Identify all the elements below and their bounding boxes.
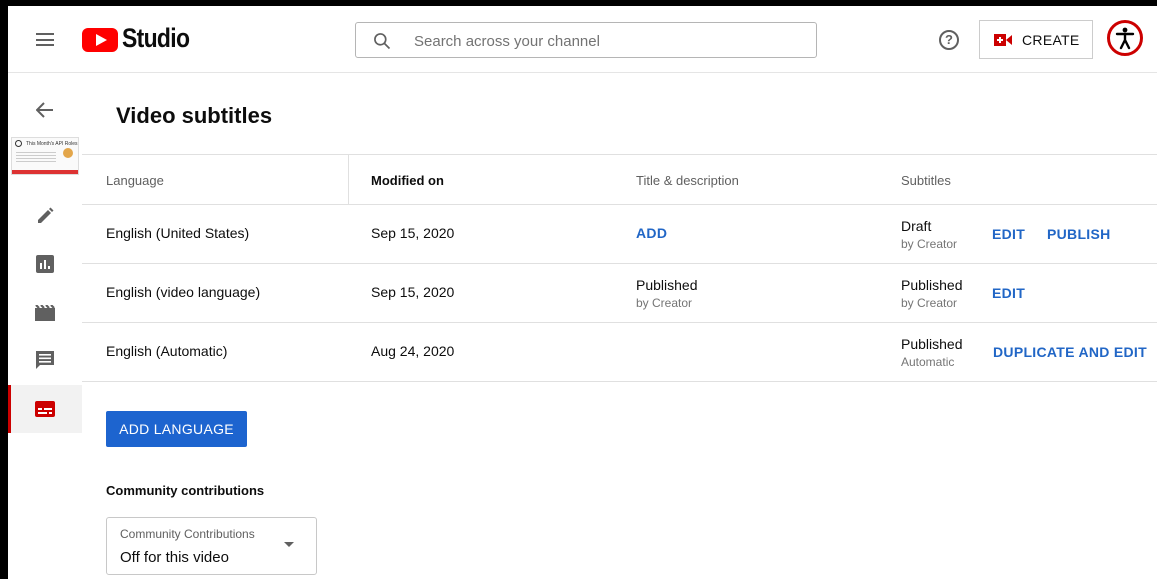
search-box[interactable]: [355, 22, 817, 59]
row-modified: Sep 15, 2020: [371, 225, 455, 241]
subtitle-status-text: Draft: [901, 218, 932, 234]
subtitle-status-by: by Creator: [901, 296, 958, 310]
edit-pencil-icon: [38, 207, 54, 223]
sidebar-item-comments[interactable]: [8, 337, 82, 385]
column-header-subtitles: Subtitles: [901, 173, 951, 188]
row-subtitle-status: Draft by Creator: [901, 217, 957, 253]
column-header-title-description: Title & description: [636, 173, 739, 188]
select-value: Off for this video: [120, 549, 229, 566]
youtube-logo-icon[interactable]: [82, 28, 118, 52]
column-header-language[interactable]: Language: [106, 173, 164, 188]
accessibility-icon[interactable]: [1107, 20, 1143, 56]
studio-window: Studio ? CREATE This Month's API Roles: [8, 6, 1157, 579]
top-app-bar: Studio ? CREATE: [8, 6, 1157, 73]
create-button[interactable]: CREATE: [979, 20, 1093, 59]
publish-subtitles-link[interactable]: PUBLISH: [1047, 226, 1111, 242]
row-modified: Sep 15, 2020: [371, 284, 455, 300]
select-label: Community Contributions: [120, 527, 255, 541]
row-language: English (video language): [106, 284, 261, 300]
page-title: Video subtitles: [116, 103, 273, 128]
edit-subtitles-link[interactable]: EDIT: [992, 226, 1025, 242]
create-video-icon: [994, 34, 1012, 46]
sidebar-item-analytics[interactable]: [8, 240, 82, 288]
row-subtitle-status: Published by Creator: [901, 276, 963, 312]
edit-subtitles-link[interactable]: EDIT: [992, 285, 1025, 301]
row-modified: Aug 24, 2020: [371, 343, 455, 359]
subtitle-status-text: Published: [901, 277, 963, 293]
thumbnail-title: This Month's API Roles: [26, 141, 78, 147]
title-status-text: Published: [636, 277, 698, 293]
title-status-by: by Creator: [636, 296, 693, 310]
duplicate-and-edit-link[interactable]: DUPLICATE AND EDIT: [993, 344, 1147, 360]
column-header-modified[interactable]: Modified on: [371, 173, 444, 188]
community-contributions-select[interactable]: Community Contributions Off for this vid…: [106, 517, 317, 575]
row-subtitle-status: Published Automatic: [901, 335, 963, 371]
chevron-down-icon: [284, 542, 294, 547]
subtitle-status-by: by Creator: [901, 237, 958, 251]
menu-icon[interactable]: [36, 33, 54, 46]
studio-logo-text[interactable]: Studio: [122, 23, 190, 54]
thumbnail-text-lines: [16, 152, 56, 164]
add-language-button[interactable]: ADD LANGUAGE: [106, 411, 247, 447]
thumbnail-logo-icon: [15, 140, 22, 147]
table-header-row: Language Modified on Title & description…: [82, 154, 1157, 205]
table-row: English (United States) Sep 15, 2020 ADD…: [82, 205, 1157, 264]
main-content: Video subtitles Language Modified on Tit…: [82, 73, 1157, 579]
analytics-icon: [36, 255, 54, 273]
thumbnail-avatar: [63, 148, 73, 158]
row-title-status: Published by Creator: [636, 276, 698, 312]
subtitle-status-text: Published: [901, 336, 963, 352]
community-contributions-heading: Community contributions: [106, 483, 265, 498]
sidebar-item-editor[interactable]: [8, 289, 82, 337]
create-button-label: CREATE: [1022, 32, 1080, 48]
thumbnail-banner: [12, 170, 78, 174]
video-thumbnail[interactable]: This Month's API Roles: [11, 137, 79, 175]
subtitle-status-by: Automatic: [901, 355, 955, 369]
editor-clapper-icon: [35, 305, 55, 321]
comments-icon: [36, 351, 54, 369]
table-row: English (Automatic) Aug 24, 2020 Publish…: [82, 323, 1157, 382]
sidebar-item-details[interactable]: [8, 193, 82, 241]
row-language: English (Automatic): [106, 343, 228, 359]
subtitles-table: Language Modified on Title & description…: [82, 154, 1157, 382]
subtitles-icon: [35, 401, 55, 417]
search-input[interactable]: [412, 23, 806, 59]
help-icon[interactable]: ?: [939, 30, 959, 50]
back-arrow-icon[interactable]: [36, 102, 54, 118]
column-divider: [348, 155, 349, 204]
row-language: English (United States): [106, 225, 250, 241]
table-row: English (video language) Sep 15, 2020 Pu…: [82, 264, 1157, 323]
sidebar-item-subtitles[interactable]: [8, 385, 82, 433]
add-title-description-link[interactable]: ADD: [636, 225, 667, 241]
search-icon: [374, 33, 391, 50]
